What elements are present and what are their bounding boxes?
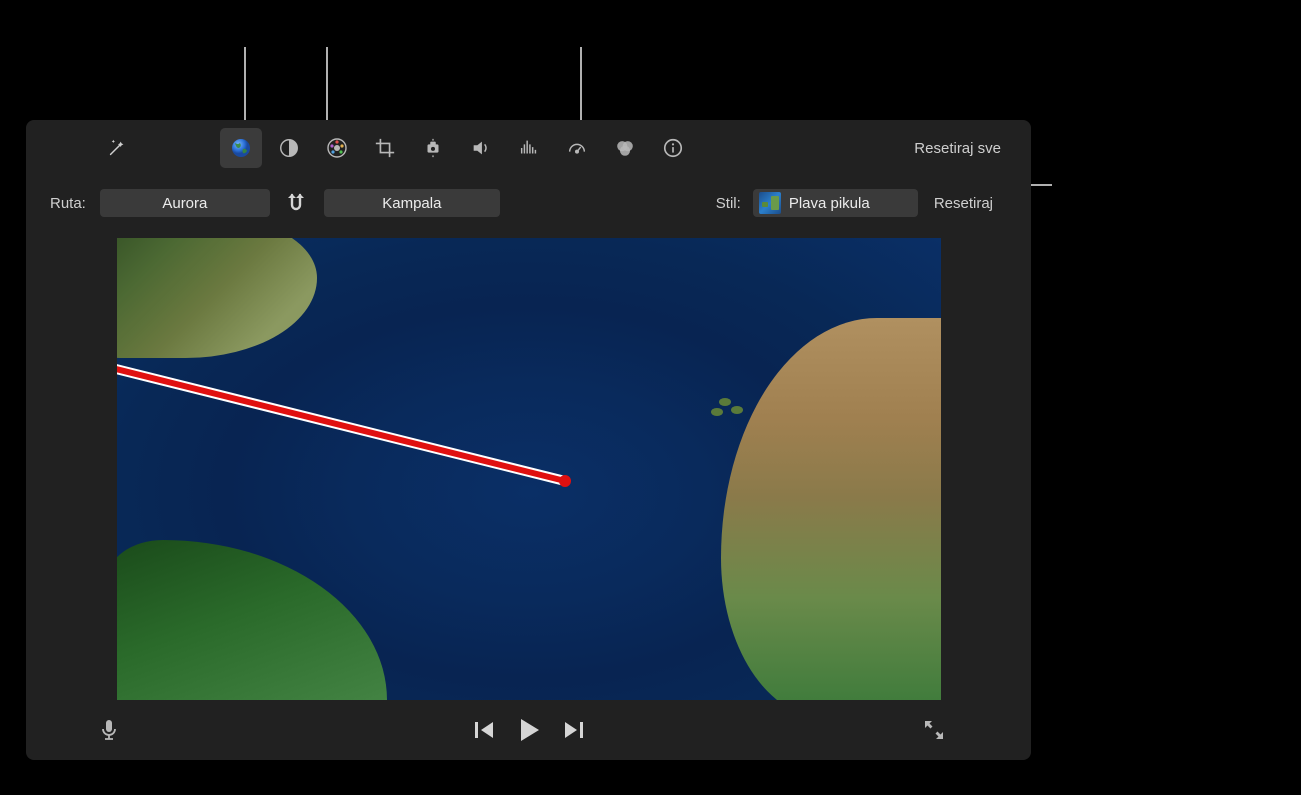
crop-tab-button[interactable] (364, 128, 406, 168)
land-africa (721, 318, 941, 700)
info-tab-button[interactable] (652, 128, 694, 168)
swap-route-button[interactable] (280, 189, 314, 217)
next-frame-button[interactable] (563, 720, 585, 740)
volume-tab-button[interactable] (460, 128, 502, 168)
route-controls-row: Ruta: Aurora Kampala Stil: Plava pikula … (26, 176, 1031, 230)
stabilization-tab-button[interactable] (412, 128, 454, 168)
inspector-panel: Resetiraj sve Ruta: Aurora Kampala Stil:… (26, 120, 1031, 760)
noise-reduction-tab-button[interactable] (508, 128, 550, 168)
speed-tab-button[interactable] (556, 128, 598, 168)
filters-tab-button[interactable] (604, 128, 646, 168)
map-preview[interactable] (117, 238, 941, 700)
style-swatch-icon (759, 192, 781, 214)
style-value: Plava pikula (789, 195, 870, 212)
style-dropdown[interactable]: Plava pikula (753, 189, 918, 217)
voiceover-mic-button[interactable] (88, 710, 130, 750)
enhance-wand-button[interactable] (96, 128, 138, 168)
land-south-america (117, 540, 387, 700)
play-button[interactable] (517, 717, 541, 743)
land-canary-islands (719, 398, 731, 406)
previous-frame-button[interactable] (473, 720, 495, 740)
playback-bar (26, 700, 1031, 760)
route-end-value: Kampala (382, 195, 441, 212)
inspector-toolbar: Resetiraj sve (26, 120, 1031, 176)
route-start-dropdown[interactable]: Aurora (100, 189, 270, 217)
globe-tab-button[interactable] (220, 128, 262, 168)
fullscreen-button[interactable] (913, 710, 955, 750)
route-start-value: Aurora (162, 195, 207, 212)
color-balance-tab-button[interactable] (268, 128, 310, 168)
route-end-dropdown[interactable]: Kampala (324, 189, 500, 217)
route-label: Ruta: (50, 195, 86, 212)
color-correction-tab-button[interactable] (316, 128, 358, 168)
reset-all-button[interactable]: Resetiraj sve (914, 140, 1001, 157)
style-label: Stil: (716, 195, 741, 212)
reset-style-button[interactable]: Resetiraj (926, 189, 1001, 217)
